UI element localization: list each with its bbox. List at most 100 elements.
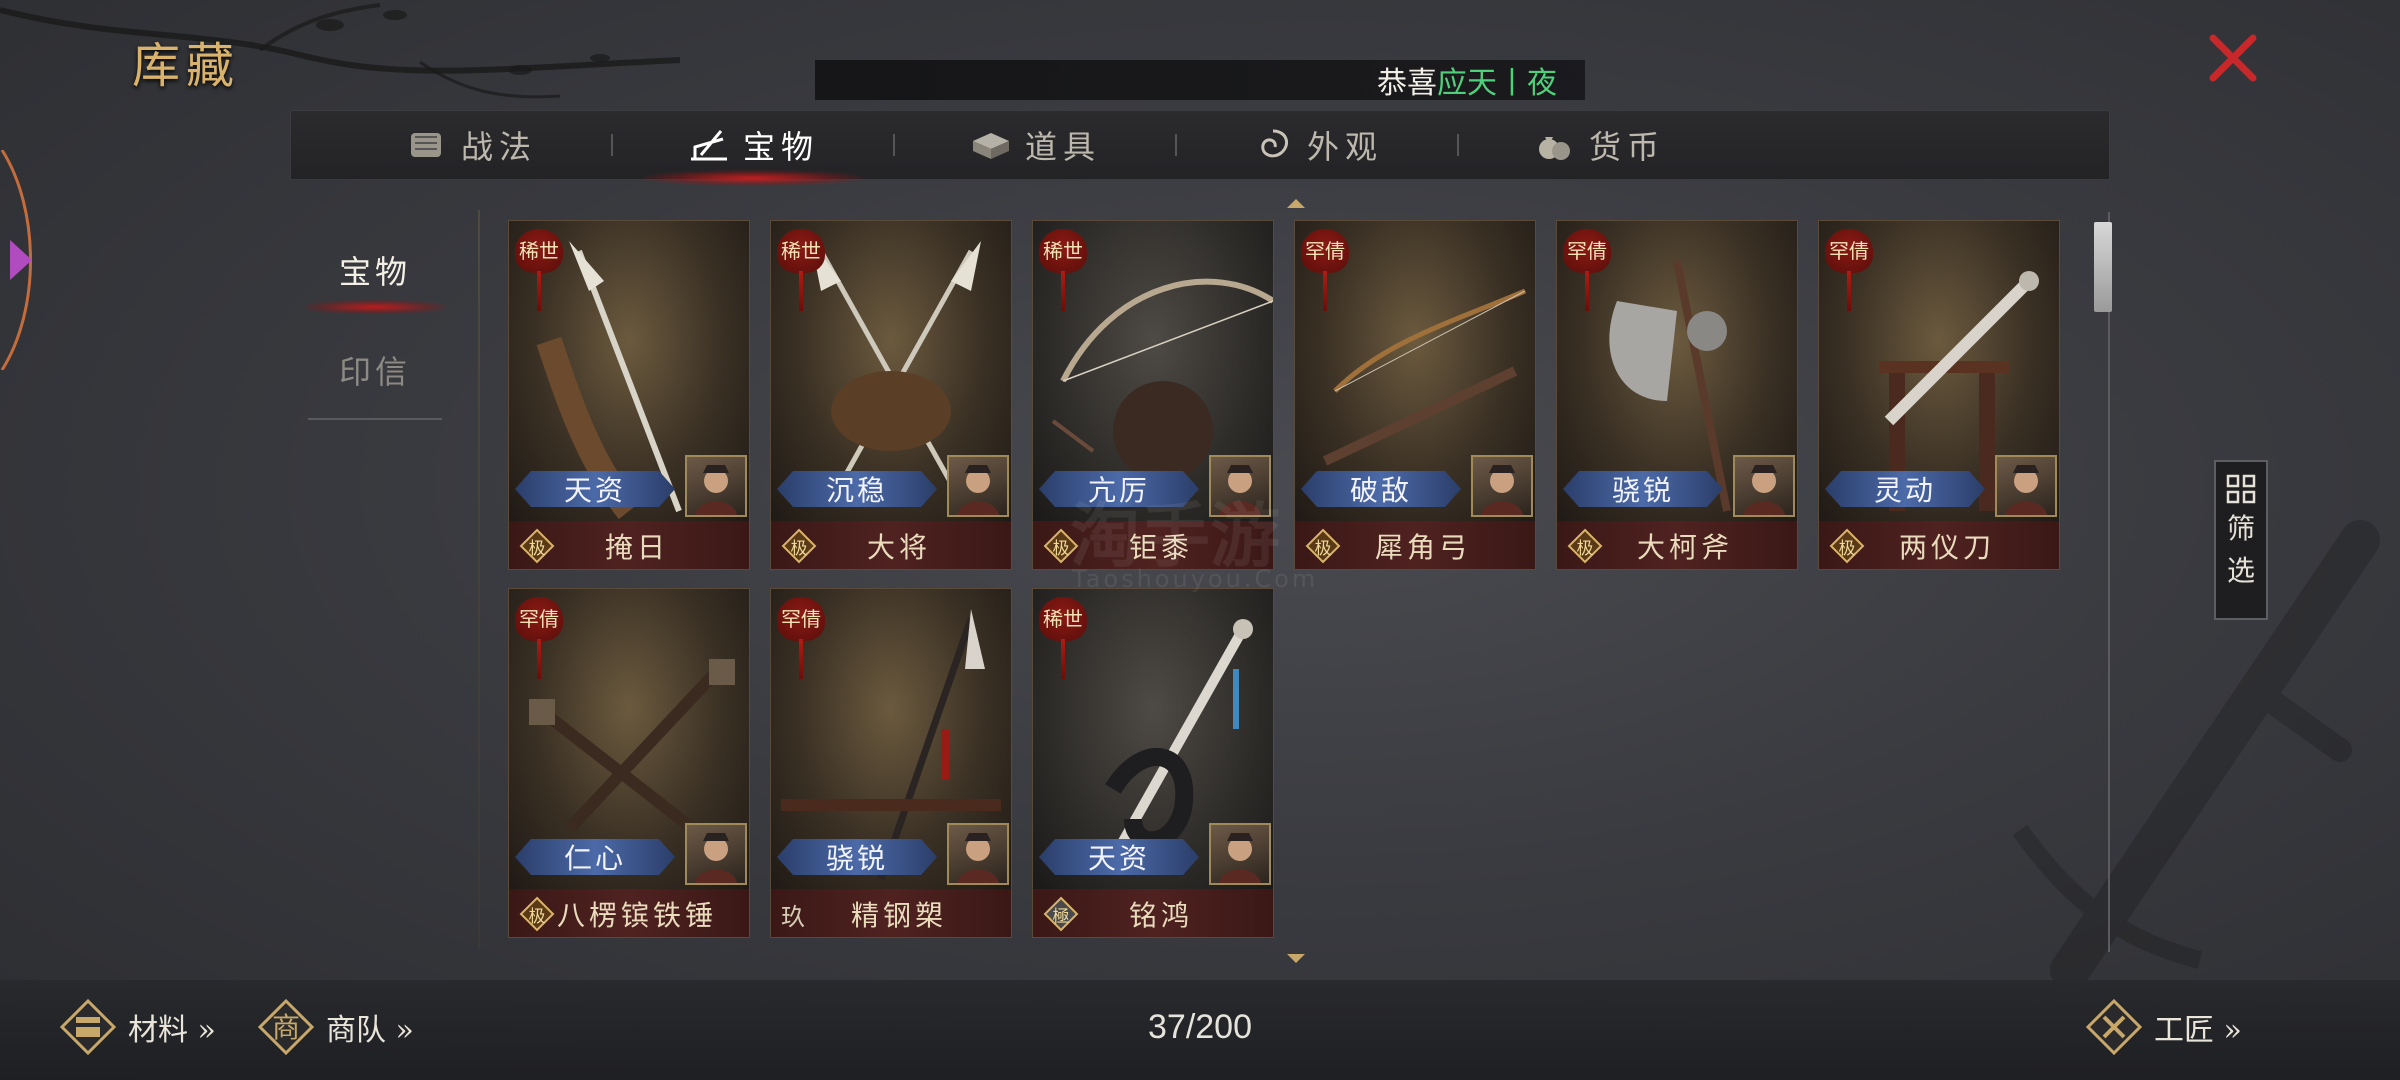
general-portrait [685,455,747,517]
page-title: 库藏 [132,38,241,94]
general-portrait [1209,823,1271,885]
treasure-card[interactable]: 罕倩 骁锐极 大柯斧 [1556,220,1798,570]
general-face-icon [695,465,737,515]
tab-label: 外观 [1306,128,1383,166]
craftsman-label: 工匠 » [2154,1013,2242,1048]
general-portrait [947,823,1009,885]
grade-label: 极 [528,906,546,927]
materials-button[interactable]: 材料 » [58,992,216,1062]
treasure-card[interactable]: 罕倩 仁心极八楞镔铁锤 [508,588,750,938]
treasure-card[interactable]: 稀世亢厉极 钜黍 [1032,220,1274,570]
general-portrait [1209,455,1271,517]
grade-label: 極 [1052,906,1070,927]
side-item-yinxin[interactable]: 印信 [300,320,450,420]
treasure-card[interactable]: 罕倩骁锐玖 精钢槊 [770,588,1012,938]
rarity-tag: 罕倩 [1301,229,1349,311]
treasure-name: 两仪刀 [1898,531,1995,564]
category-tabs: 战法 宝物 道具 外观 货币 [290,110,2110,186]
general-face-icon [695,833,737,883]
general-face-icon [957,465,999,515]
chevron-up-icon[interactable] [1285,196,1307,210]
grade-label: 极 [1052,538,1070,559]
tab-zhanfa[interactable]: 战法 [331,110,611,180]
bottom-bar: 材料 » 商 商队 » 37/200 工匠 » [0,980,2400,1080]
rarity-tag: 罕倩 [515,597,563,679]
grade-label: 极 [1838,538,1856,559]
scrollbar-thumb[interactable] [2094,222,2112,312]
rarity-tag: 罕倩 [777,597,825,679]
general-face-icon [957,833,999,883]
grade-label: 极 [1576,538,1594,559]
svg-text:商: 商 [272,1011,300,1044]
general-face-icon [2005,465,2047,515]
treasure-card[interactable]: 稀世 天资极 掩日 [508,220,750,570]
grade-diamond-icon: 极 [519,896,555,932]
grade-diamond-icon: 极 [1829,528,1865,564]
trait-badge: 天资 [515,471,675,507]
general-face-icon [1219,833,1261,883]
card-footer: 极 钜黍 [1033,521,1273,569]
tab-label: 道具 [1024,128,1101,166]
side-drawer-handle[interactable] [0,150,50,370]
treasure-name: 八楞镔铁锤 [556,899,717,932]
tab-huobi[interactable]: 货币 [1459,110,1739,180]
treasure-icon [690,130,727,161]
general-portrait [1471,455,1533,517]
grade-label: 极 [528,538,546,559]
treasure-name: 大将 [866,531,931,564]
announcement-banner: 恭喜 应天丨夜 [815,60,1585,100]
caravan-icon: 商 [257,998,315,1056]
treasure-card[interactable]: 罕倩 灵动极 两仪刀 [1818,220,2060,570]
close-icon[interactable] [2205,30,2261,86]
tab-label: 货币 [1588,128,1665,166]
card-footer: 玖 精钢槊 [771,889,1011,937]
tab-label: 战法 [460,128,537,166]
announcement-name: 应天丨夜 [1437,66,1557,100]
treasure-card[interactable]: 稀世 沉稳极 大将 [770,220,1012,570]
trait-badge: 天资 [1039,839,1199,875]
sub-category-nav: 宝物 印信 [300,220,450,420]
grid-filter-icon [2226,474,2256,504]
tab-daoju[interactable]: 道具 [895,110,1175,180]
grade-diamond-icon: 極 [1043,896,1079,932]
grade-diamond-icon: 极 [781,528,817,564]
general-portrait [1733,455,1795,517]
grade-diamond-icon: 极 [1567,528,1603,564]
tab-waiguan[interactable]: 外观 [1177,110,1457,180]
grade-diamond-icon: 极 [519,528,555,564]
materials-icon [59,998,117,1056]
swirl-icon [1261,129,1289,158]
rarity-tag: 罕倩 [1563,229,1611,311]
craftsman-button[interactable]: 工匠 » [2084,992,2242,1062]
card-footer: 极 犀角弓 [1295,521,1535,569]
grade-label: 极 [790,538,808,559]
tab-baowu[interactable]: 宝物 [613,110,893,186]
treasure-card[interactable]: 稀世 天资極 铭鸿 [1032,588,1274,938]
trait-badge: 亢厉 [1039,471,1199,507]
scrollbar-track[interactable] [2108,212,2110,952]
rarity-tag: 罕倩 [1825,229,1873,311]
rarity-tag: 稀世 [1039,229,1087,311]
caravan-button[interactable]: 商 商队 » [256,992,414,1062]
caravan-label: 商队 » [326,1013,414,1048]
treasure-name: 钜黍 [1128,531,1193,564]
trait-badge: 骁锐 [777,839,937,875]
tab-label: 宝物 [742,128,819,166]
item-grid: 稀世 天资极掩日 稀世 沉稳极大将 稀世 亢厉极钜黍 罕倩 破敌极犀角弓 罕倩 骁锐极大柯斧 罕倩灵… [508,220,2068,938]
coin-bag-icon [1538,137,1570,160]
trait-badge: 破敌 [1301,471,1461,507]
general-portrait [1995,455,2057,517]
treasure-name: 铭鸿 [1128,899,1193,932]
treasure-name: 大柯斧 [1636,531,1733,564]
side-item-baowu[interactable]: 宝物 [300,220,450,320]
materials-label: 材料 » [128,1013,216,1048]
scroll-icon [410,133,441,157]
chevron-down-icon[interactable] [1285,952,1307,966]
rarity-tag: 稀世 [777,229,825,311]
filter-label-2: 选 [2226,554,2255,587]
treasure-card[interactable]: 罕倩破敌极 犀角弓 [1294,220,1536,570]
card-footer: 极 大柯斧 [1557,521,1797,569]
general-portrait [685,823,747,885]
grade-diamond-icon: 极 [1305,528,1341,564]
filter-button[interactable]: 筛 选 [2214,460,2268,620]
